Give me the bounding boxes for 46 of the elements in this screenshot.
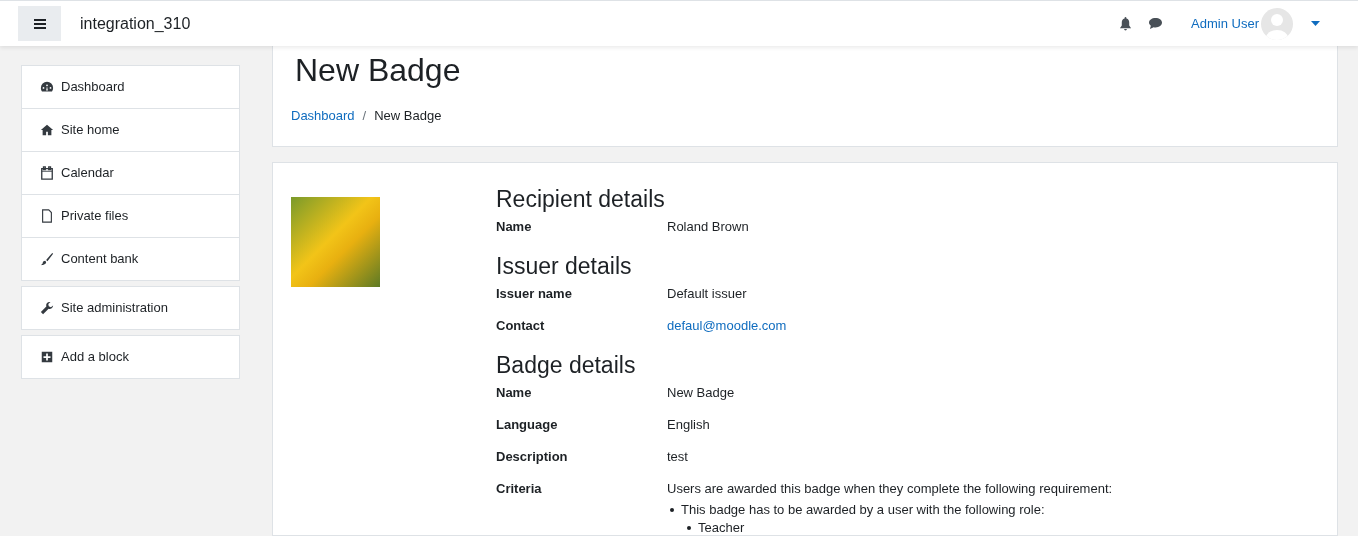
field-label: Name <box>496 218 533 236</box>
wrench-icon <box>40 301 54 315</box>
home-icon <box>40 123 54 137</box>
breadcrumb-current: New Badge <box>374 107 442 125</box>
menu-button[interactable] <box>18 6 61 41</box>
page-title: New Badge <box>294 51 461 90</box>
field-value: test <box>667 448 688 466</box>
criteria-item: Teacher <box>698 520 745 535</box>
field-value: New Badge <box>667 384 735 402</box>
nav-item[interactable]: Calendar <box>22 151 239 194</box>
nav-item[interactable]: Dashboard <box>22 66 239 108</box>
field-label: Issuer name <box>496 285 573 303</box>
chat-icon[interactable] <box>1148 17 1164 30</box>
criteria-item: This badge has to be awarded by a user with the following role: <box>681 501 1045 519</box>
bullet-icon <box>687 526 691 530</box>
section-heading: Issuer details <box>496 252 633 280</box>
email-link[interactable]: defaul@moodle.com <box>667 317 787 335</box>
dashboard-icon <box>40 80 54 94</box>
field-label: Description <box>496 448 569 466</box>
field-label: Name <box>496 384 533 402</box>
nav-item[interactable]: Site home <box>22 108 239 151</box>
nav-item[interactable]: Private files <box>22 194 239 237</box>
nav-item[interactable]: Site administration <box>22 287 239 329</box>
section-heading: Recipient details <box>496 185 666 213</box>
bullet-icon <box>670 508 674 512</box>
plus-icon <box>40 350 54 364</box>
file-icon <box>40 209 54 223</box>
section-heading: Badge details <box>496 351 637 379</box>
field-value: English <box>667 416 710 434</box>
field-label: Contact <box>496 317 546 335</box>
field-value: Roland Brown <box>667 218 749 236</box>
brush-icon <box>40 252 54 266</box>
menu-icon <box>33 18 46 29</box>
bell-icon[interactable] <box>1119 16 1133 31</box>
site-name[interactable]: integration_310 <box>80 11 191 36</box>
nav-item[interactable]: Add a block <box>22 336 239 378</box>
nav-item[interactable]: Content bank <box>22 237 239 280</box>
user-name[interactable]: Admin User <box>1191 13 1259 34</box>
caret-icon[interactable] <box>1311 21 1320 26</box>
breadcrumb-link[interactable]: Dashboard <box>291 106 355 126</box>
breadcrumb-separator: / <box>362 107 367 125</box>
field-label: Language <box>496 416 559 434</box>
field-value: Default issuer <box>667 285 747 303</box>
calendar-icon <box>40 166 54 180</box>
criteria-text: Users are awarded this badge when they complete the following requirement: <box>667 480 1113 498</box>
field-label: Criteria <box>496 480 543 498</box>
